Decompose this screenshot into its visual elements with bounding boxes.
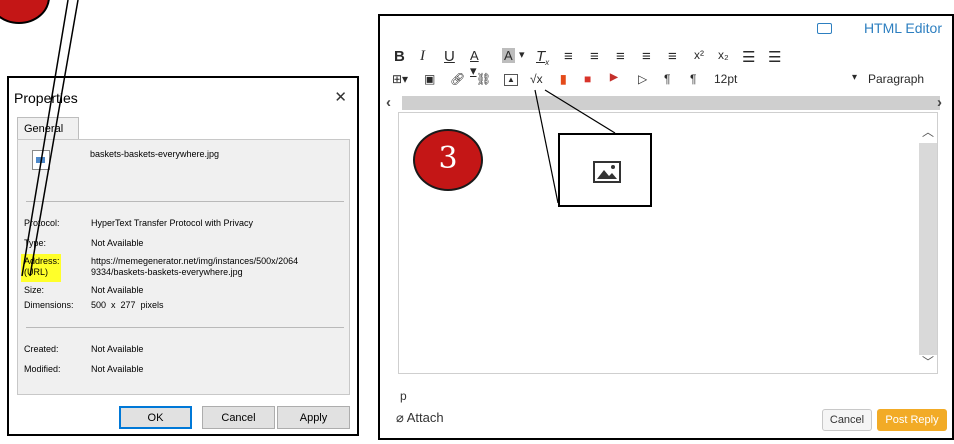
image-icon <box>593 161 621 183</box>
block-format-select[interactable]: Paragraph <box>868 72 924 86</box>
subscript-button[interactable]: x₂ <box>718 48 729 62</box>
align-center-icon[interactable]: ≡ <box>590 48 599 65</box>
created-value: Not Available <box>91 344 144 354</box>
highlight-color-button[interactable]: A <box>502 48 515 63</box>
equation-button[interactable]: √x <box>530 72 543 86</box>
outdent-icon[interactable]: ≡ <box>668 48 677 65</box>
embed-icon[interactable]: ▷ <box>638 72 647 86</box>
attach-label: Attach <box>406 410 444 425</box>
vertical-scrollbar[interactable] <box>919 143 937 355</box>
dimensions-value: 500 x 277 pixels <box>91 300 164 310</box>
bullet-list-icon[interactable]: ☰ <box>742 48 755 66</box>
italic-button[interactable]: I <box>420 48 425 65</box>
tab-general[interactable]: General <box>17 117 79 139</box>
separator <box>26 327 344 328</box>
image-file-icon <box>32 150 50 170</box>
dimensions-label: Dimensions: <box>24 300 74 310</box>
callout-badge-partial <box>0 0 50 24</box>
paperclip-icon: ⌀ <box>396 410 407 425</box>
size-label: Size: <box>24 285 45 295</box>
properties-dialog: Properties ✕ General baskets-baskets-eve… <box>7 76 359 436</box>
clear-format-button[interactable]: Tx <box>536 48 549 67</box>
apply-button[interactable]: Apply <box>277 406 350 429</box>
superscript-button[interactable]: x² <box>694 48 704 62</box>
type-value: Not Available <box>91 238 144 248</box>
chevron-right-icon[interactable]: › <box>937 94 942 111</box>
chevron-down-icon[interactable]: ▾ <box>852 72 857 83</box>
rich-text-editor: HTML Editor B I U A ▾ A ▾ Tx ≡ ≡ ≡ ≡ ≡ x… <box>378 14 954 440</box>
close-icon[interactable]: ✕ <box>334 88 347 106</box>
modified-value: Not Available <box>91 364 144 374</box>
dialog-titlebar: Properties ✕ <box>9 78 357 116</box>
bold-button[interactable]: B <box>394 48 405 65</box>
link-icon[interactable]: 🔗︎ <box>450 72 465 86</box>
table-icon[interactable]: ⊞▾ <box>392 72 408 86</box>
separator <box>26 201 344 202</box>
attach-link[interactable]: ⌀ Attach <box>396 410 444 426</box>
image-icon-callout <box>558 133 652 207</box>
created-label: Created: <box>24 344 59 354</box>
chevron-down-icon[interactable]: ▾ <box>519 48 525 61</box>
html-editor-link[interactable]: HTML Editor <box>864 20 942 36</box>
font-size-select[interactable]: 12pt <box>714 72 737 86</box>
office-icon[interactable]: ▮ <box>560 72 567 86</box>
protocol-label: Protocol: <box>24 218 60 228</box>
horizontal-scrollbar[interactable] <box>402 96 940 110</box>
chevron-up-icon[interactable]: ︿ <box>922 123 934 140</box>
cancel-button[interactable]: Cancel <box>202 406 275 429</box>
align-right-icon[interactable]: ≡ <box>616 48 625 65</box>
ltr-icon[interactable]: ¶ <box>664 72 670 86</box>
chevron-down-icon[interactable]: ﹀ <box>922 353 934 370</box>
protocol-value: HyperText Transfer Protocol with Privacy <box>91 218 254 228</box>
modified-label: Modified: <box>24 364 61 374</box>
file-name: baskets-baskets-everywhere.jpg <box>90 149 220 159</box>
type-label: Type: <box>24 238 47 248</box>
align-left-icon[interactable]: ≡ <box>564 48 573 65</box>
element-path: p <box>400 389 407 403</box>
keyboard-icon[interactable] <box>817 23 832 34</box>
post-reply-button[interactable]: Post Reply <box>877 409 947 431</box>
mathtype-icon[interactable]: ■ <box>584 72 591 86</box>
ok-button[interactable]: OK <box>119 406 192 429</box>
general-panel: baskets-baskets-everywhere.jpg Protocol:… <box>17 139 350 395</box>
youtube-icon[interactable]: ▶ <box>610 72 618 83</box>
address-label: Address: (URL) <box>24 256 60 277</box>
underline-button[interactable]: U <box>444 48 455 65</box>
numbered-list-icon[interactable]: ☰ <box>768 48 781 66</box>
media-icon[interactable]: ▣ <box>424 72 435 86</box>
unlink-icon[interactable]: ⛓︎ <box>476 72 491 86</box>
cancel-reply-button[interactable]: Cancel <box>822 409 872 431</box>
image-icon[interactable]: ▲ <box>504 74 518 86</box>
chevron-left-icon[interactable]: ‹ <box>386 94 391 111</box>
size-value: Not Available <box>91 285 144 295</box>
dialog-title: Properties <box>14 90 78 106</box>
indent-icon[interactable]: ≡ <box>642 48 651 65</box>
address-value: https://memegenerator.net/img/instances/… <box>91 256 299 277</box>
rtl-icon[interactable]: ¶ <box>690 72 696 86</box>
step-number-badge: 3 <box>413 129 483 191</box>
